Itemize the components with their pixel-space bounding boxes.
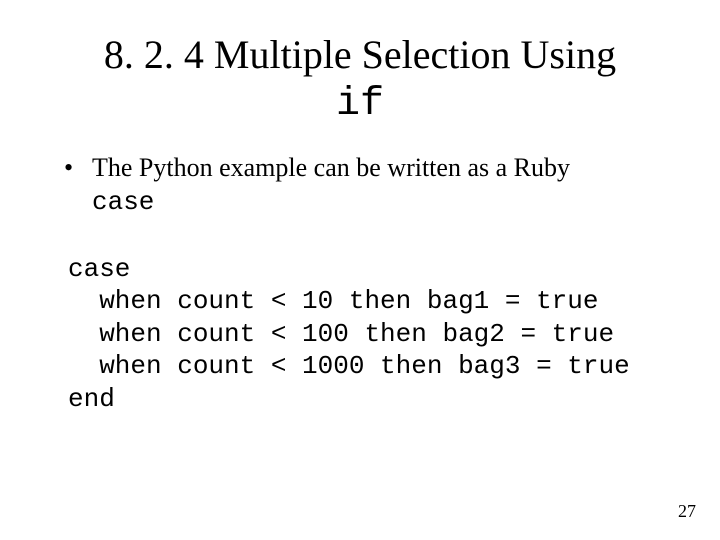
code-block: case when count < 10 then bag1 = true wh… <box>64 220 672 448</box>
title-line1: 8. 2. 4 Multiple Selection Using <box>104 32 616 77</box>
code-line: when count < 1000 then bag3 = true <box>68 351 630 381</box>
bullet-code: case <box>92 187 154 217</box>
slide-body: The Python example can be written as a R… <box>0 128 720 448</box>
title-code: if <box>336 82 384 127</box>
code-line: end <box>68 384 115 414</box>
bullet-item: The Python example can be written as a R… <box>64 152 672 218</box>
page-number: 27 <box>678 501 696 522</box>
bullet-list: The Python example can be written as a R… <box>64 152 672 218</box>
slide-title: 8. 2. 4 Multiple Selection Using if <box>0 0 720 128</box>
slide: 8. 2. 4 Multiple Selection Using if The … <box>0 0 720 540</box>
code-line: when count < 10 then bag1 = true <box>68 286 599 316</box>
code-line: case <box>68 254 130 284</box>
code-line: when count < 100 then bag2 = true <box>68 319 614 349</box>
bullet-text: The Python example can be written as a R… <box>92 153 570 182</box>
